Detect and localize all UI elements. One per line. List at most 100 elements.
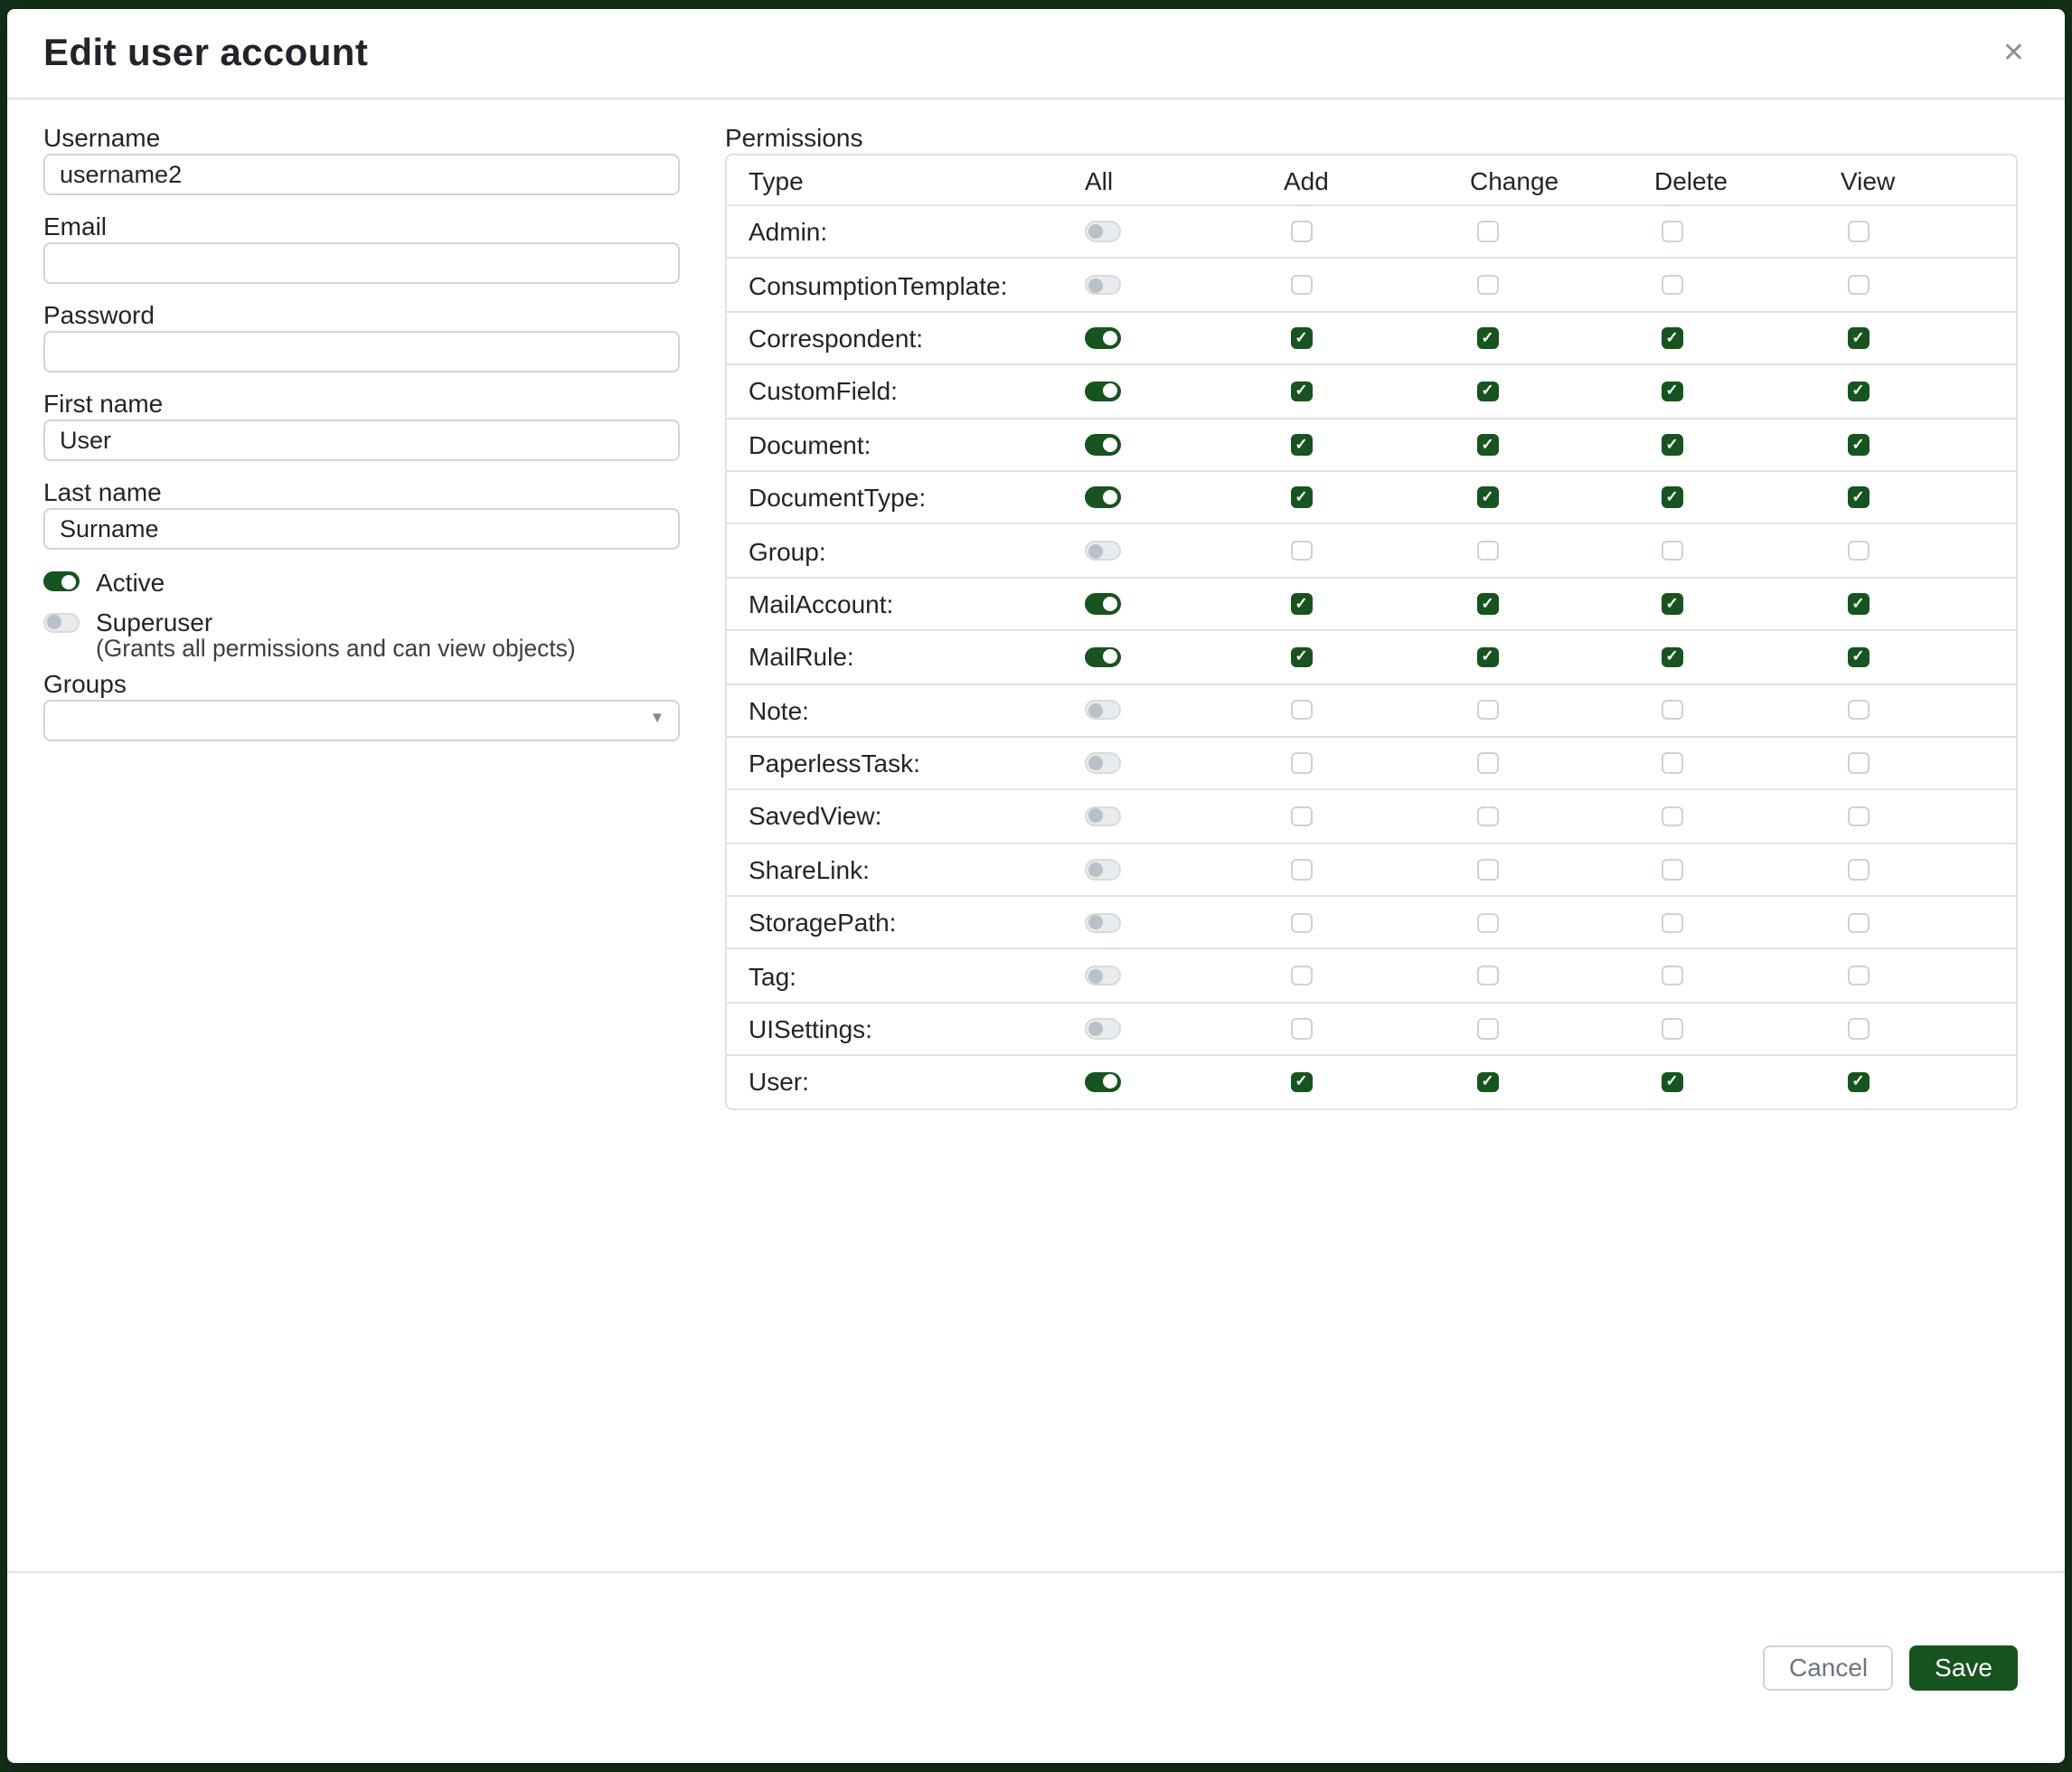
active-toggle[interactable] bbox=[43, 571, 80, 592]
permission-change-checkbox[interactable] bbox=[1477, 222, 1498, 242]
permission-delete-checkbox[interactable]: ✓ bbox=[1662, 434, 1682, 455]
permission-all-toggle[interactable] bbox=[1085, 1019, 1121, 1040]
permission-add-checkbox[interactable] bbox=[1291, 806, 1312, 826]
permission-delete-checkbox[interactable] bbox=[1662, 1019, 1682, 1040]
groups-select[interactable]: ▾ bbox=[43, 699, 680, 740]
permission-view-checkbox[interactable] bbox=[1848, 912, 1869, 933]
permission-view-checkbox[interactable] bbox=[1848, 753, 1869, 774]
permission-all-toggle[interactable] bbox=[1085, 966, 1121, 986]
permission-view-checkbox[interactable] bbox=[1848, 859, 1869, 880]
permission-delete-checkbox[interactable]: ✓ bbox=[1662, 1071, 1682, 1092]
permission-change-checkbox[interactable]: ✓ bbox=[1477, 487, 1498, 508]
permission-change-checkbox[interactable] bbox=[1477, 859, 1498, 880]
permission-view-checkbox[interactable] bbox=[1848, 275, 1869, 296]
permission-all-toggle[interactable] bbox=[1085, 646, 1121, 667]
permission-delete-checkbox[interactable]: ✓ bbox=[1662, 593, 1682, 614]
permission-change-checkbox[interactable]: ✓ bbox=[1477, 381, 1498, 401]
email-field[interactable] bbox=[43, 241, 680, 283]
permission-change-checkbox[interactable]: ✓ bbox=[1477, 1071, 1498, 1092]
permission-delete-checkbox[interactable] bbox=[1662, 541, 1682, 561]
permission-all-toggle[interactable] bbox=[1085, 327, 1121, 348]
permission-all-toggle[interactable] bbox=[1085, 275, 1121, 296]
permission-change-checkbox[interactable] bbox=[1477, 1019, 1498, 1040]
permission-add-checkbox[interactable]: ✓ bbox=[1291, 487, 1312, 508]
permission-change-checkbox[interactable] bbox=[1477, 966, 1498, 986]
permission-all-toggle[interactable] bbox=[1085, 541, 1121, 561]
permission-add-checkbox[interactable] bbox=[1291, 541, 1312, 561]
permission-add-checkbox[interactable]: ✓ bbox=[1291, 1071, 1312, 1092]
permission-add-checkbox[interactable] bbox=[1291, 966, 1312, 986]
permission-view-checkbox[interactable] bbox=[1848, 700, 1869, 721]
permission-all-toggle[interactable] bbox=[1085, 806, 1121, 826]
permission-add-checkbox[interactable]: ✓ bbox=[1291, 327, 1312, 348]
permission-delete-checkbox[interactable]: ✓ bbox=[1662, 646, 1682, 667]
permission-add-checkbox[interactable] bbox=[1291, 753, 1312, 774]
permission-change-checkbox[interactable]: ✓ bbox=[1477, 593, 1498, 614]
permission-view-checkbox[interactable] bbox=[1848, 966, 1869, 986]
last-name-field[interactable] bbox=[43, 507, 680, 549]
permission-view-checkbox[interactable]: ✓ bbox=[1848, 381, 1869, 401]
permission-view-checkbox[interactable]: ✓ bbox=[1848, 487, 1869, 508]
permission-view-checkbox[interactable] bbox=[1848, 222, 1869, 242]
permission-change-checkbox[interactable] bbox=[1477, 753, 1498, 774]
permission-delete-checkbox[interactable] bbox=[1662, 275, 1682, 296]
permission-add-checkbox[interactable] bbox=[1291, 700, 1312, 721]
permission-add-checkbox[interactable]: ✓ bbox=[1291, 434, 1312, 455]
permission-all-toggle[interactable] bbox=[1085, 434, 1121, 455]
permission-change-checkbox[interactable] bbox=[1477, 806, 1498, 826]
permission-view-checkbox[interactable] bbox=[1848, 806, 1869, 826]
permission-view-checkbox[interactable]: ✓ bbox=[1848, 593, 1869, 614]
permission-delete-checkbox[interactable] bbox=[1662, 912, 1682, 933]
permission-all-toggle[interactable] bbox=[1085, 487, 1121, 508]
permission-change-checkbox[interactable] bbox=[1477, 912, 1498, 933]
permission-all-toggle[interactable] bbox=[1085, 1071, 1121, 1092]
username-input[interactable] bbox=[43, 153, 680, 194]
permission-delete-checkbox[interactable]: ✓ bbox=[1662, 327, 1682, 348]
permission-all-toggle[interactable] bbox=[1085, 753, 1121, 774]
last-name-label: Last name bbox=[43, 478, 680, 505]
permission-add-checkbox[interactable] bbox=[1291, 222, 1312, 242]
permission-add-cell bbox=[1284, 1019, 1470, 1040]
permission-delete-checkbox[interactable] bbox=[1662, 753, 1682, 774]
permission-add-checkbox[interactable] bbox=[1291, 275, 1312, 296]
permission-change-checkbox[interactable] bbox=[1477, 275, 1498, 296]
permission-view-checkbox[interactable]: ✓ bbox=[1848, 327, 1869, 348]
first-name-field[interactable] bbox=[43, 419, 680, 460]
permission-add-checkbox[interactable]: ✓ bbox=[1291, 646, 1312, 667]
permission-change-checkbox[interactable] bbox=[1477, 541, 1498, 561]
check-icon: ✓ bbox=[1481, 382, 1493, 398]
permission-change-checkbox[interactable]: ✓ bbox=[1477, 327, 1498, 348]
permission-delete-checkbox[interactable] bbox=[1662, 806, 1682, 826]
permission-all-toggle[interactable] bbox=[1085, 381, 1121, 401]
permission-all-toggle[interactable] bbox=[1085, 859, 1121, 880]
permission-view-checkbox[interactable]: ✓ bbox=[1848, 434, 1869, 455]
permission-all-toggle[interactable] bbox=[1085, 700, 1121, 721]
save-button[interactable]: Save bbox=[1909, 1645, 2018, 1691]
cancel-button[interactable]: Cancel bbox=[1764, 1645, 1893, 1691]
permission-change-checkbox[interactable]: ✓ bbox=[1477, 646, 1498, 667]
permission-all-toggle[interactable] bbox=[1085, 222, 1121, 242]
permission-all-toggle[interactable] bbox=[1085, 912, 1121, 933]
permission-delete-checkbox[interactable] bbox=[1662, 222, 1682, 242]
permission-all-toggle[interactable] bbox=[1085, 593, 1121, 614]
password-field[interactable] bbox=[43, 330, 680, 372]
close-icon[interactable]: ✕ bbox=[1999, 36, 2029, 71]
permission-change-checkbox[interactable]: ✓ bbox=[1477, 434, 1498, 455]
permission-delete-checkbox[interactable] bbox=[1662, 859, 1682, 880]
permission-add-checkbox[interactable]: ✓ bbox=[1291, 593, 1312, 614]
permission-add-checkbox[interactable] bbox=[1291, 1019, 1312, 1040]
permission-add-checkbox[interactable] bbox=[1291, 912, 1312, 933]
permission-add-checkbox[interactable] bbox=[1291, 859, 1312, 880]
permission-change-checkbox[interactable] bbox=[1477, 700, 1498, 721]
check-icon: ✓ bbox=[1481, 1073, 1493, 1089]
superuser-toggle[interactable] bbox=[43, 612, 80, 633]
permission-view-checkbox[interactable]: ✓ bbox=[1848, 646, 1869, 667]
permission-delete-checkbox[interactable] bbox=[1662, 966, 1682, 986]
permission-delete-checkbox[interactable]: ✓ bbox=[1662, 487, 1682, 508]
permission-add-checkbox[interactable]: ✓ bbox=[1291, 381, 1312, 401]
permission-view-checkbox[interactable]: ✓ bbox=[1848, 1071, 1869, 1092]
permission-delete-checkbox[interactable]: ✓ bbox=[1662, 381, 1682, 401]
permission-view-checkbox[interactable] bbox=[1848, 1019, 1869, 1040]
permission-delete-checkbox[interactable] bbox=[1662, 700, 1682, 721]
permission-view-checkbox[interactable] bbox=[1848, 541, 1869, 561]
